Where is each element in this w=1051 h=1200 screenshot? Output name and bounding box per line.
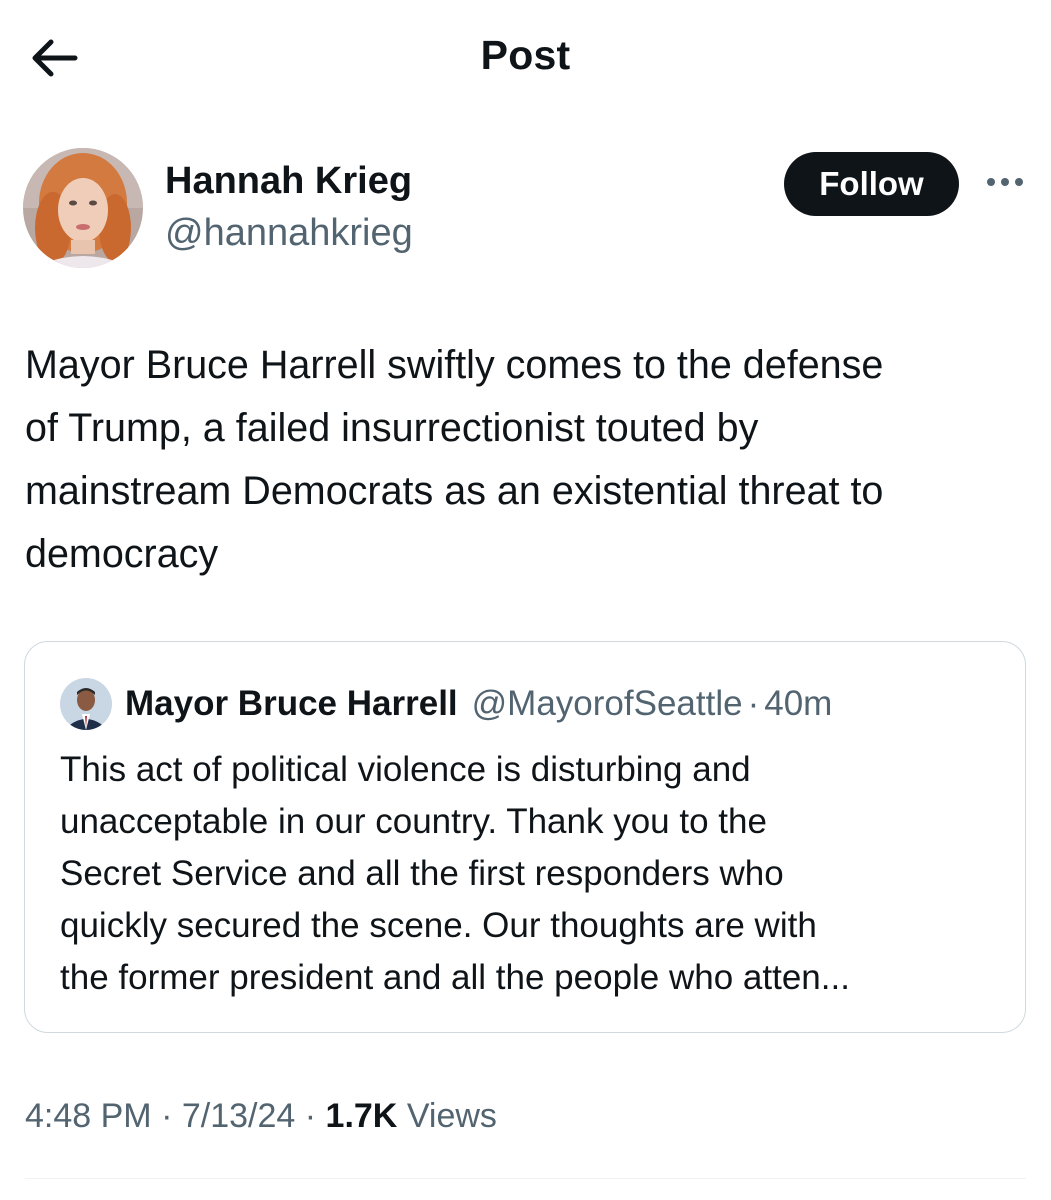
avatar-image [23, 148, 143, 268]
quoted-author-handle: @MayorofSeattle [471, 684, 743, 723]
quoted-post-header: Mayor Bruce Harrell @MayorofSeattle · 40… [60, 676, 832, 732]
post-text: Mayor Bruce Harrell swiftly comes to the… [25, 343, 884, 576]
page-title: Post [480, 32, 571, 78]
follow-button[interactable]: Follow [784, 152, 959, 216]
post-meta: 4:48 PM · 7/13/24 · 1.7K Views [25, 1097, 497, 1136]
meta-separator: · [161, 1097, 173, 1135]
author-name[interactable]: Hannah Krieg [165, 160, 412, 203]
views-count: 1.7K [325, 1097, 398, 1135]
quoted-post[interactable]: Mayor Bruce Harrell @MayorofSeattle · 40… [24, 641, 1026, 1033]
quoted-separator: · [747, 684, 760, 723]
author-handle[interactable]: @hannahkrieg [165, 212, 413, 255]
quoted-avatar-image [60, 678, 112, 730]
quoted-avatar [60, 678, 112, 730]
quoted-post-text: This act of political violence is distur… [60, 750, 850, 997]
post-date: 7/13/24 [181, 1097, 296, 1135]
more-options-button[interactable] [980, 162, 1030, 202]
meta-separator: · [304, 1097, 317, 1135]
quoted-timestamp: 40m [764, 684, 833, 723]
more-horizontal-icon [987, 178, 1023, 186]
views-label: Views [406, 1097, 497, 1135]
post-time: 4:48 PM [25, 1097, 152, 1135]
quoted-author-name: Mayor Bruce Harrell [125, 684, 458, 723]
avatar[interactable] [23, 148, 143, 268]
post-author: Hannah Krieg @hannahkrieg Follow [0, 140, 1051, 280]
top-bar: Post [0, 0, 1051, 115]
divider [25, 1178, 1026, 1179]
